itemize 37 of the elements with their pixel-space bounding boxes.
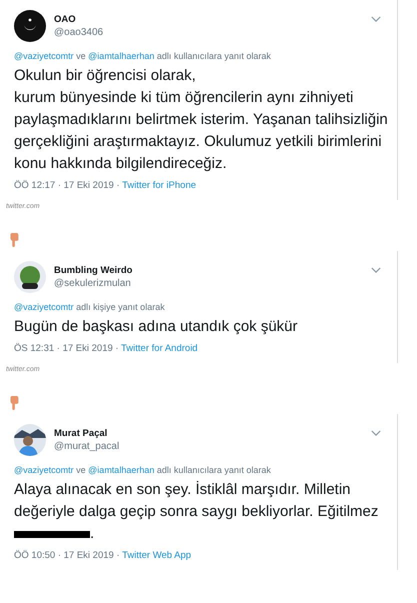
tweet-text: değeriyle dalga geçip sonra saygı bekliyorlar. Eğitilmez [14, 502, 378, 522]
source-link[interactable]: Twitter for Android [121, 343, 198, 354]
user-handle[interactable]: @oao3406 [54, 26, 371, 40]
tweet-text: Bugün de başkası adına utandık çok şükür [14, 317, 298, 337]
tweet-text: paylaşmadıklarını belirtmek isterim. Yaşanan talihsizliğin [14, 110, 388, 130]
tweet-text: konu hakkında bilgilendireceğiz. [14, 154, 227, 174]
tweet-text: . [90, 524, 94, 544]
user-handle[interactable]: @sekulerizmulan [54, 276, 371, 290]
avatar-icon[interactable] [14, 424, 46, 456]
chevron-down-icon[interactable] [371, 266, 381, 274]
source-link[interactable]: Twitter Web App [122, 550, 192, 561]
reply-context: @vaziyetcomtr adlı kişiye yanıt olarak [14, 301, 166, 314]
tweet-timestamp[interactable]: ÖS 12:31 · 17 Eki 2019 · Twitter for Android [14, 341, 397, 357]
tweet-text: Alaya alınacak en son şey. İstiklâl marşıdır. Milletin [14, 480, 351, 500]
tweet-timestamp[interactable]: ÖÖ 12:17 · 17 Eki 2019 · Twitter for iPhone [14, 178, 397, 194]
reply-context: @vaziyetcomtr ve @iamtalhaerhan adlı kullanıcılara yanıt olarak [14, 50, 272, 63]
tweet-text: Okulun bir öğrencisi olarak, [14, 66, 196, 86]
chevron-down-icon[interactable] [371, 430, 381, 436]
tweet-text: gerçekliğini araştırmaktayız. Okulumuz yetkili birimlerini [14, 132, 382, 152]
tweet-text: kurum bünyesinde ki tüm öğrencilerin aynı zihniyeti [14, 88, 354, 108]
mention-link[interactable]: @vaziyetcomtr [14, 51, 74, 61]
mention-link[interactable]: @vaziyetcomtr [14, 465, 74, 475]
source-link[interactable]: Twitter for iPhone [122, 180, 196, 191]
avatar-icon[interactable] [14, 261, 46, 293]
tweet-timestamp[interactable]: ÖÖ 10:50 · 17 Eki 2019 · Twitter Web App [14, 548, 397, 564]
mention-link[interactable]: @vaziyetcomtr [14, 302, 74, 312]
user-name[interactable]: OAO [54, 12, 371, 26]
mention-link[interactable]: @iamtalhaerhan [88, 51, 154, 61]
pointing-down-hand-icon [8, 396, 20, 410]
reply-context: @vaziyetcomtr ve @iamtalhaerhan adlı kullanıcılara yanıt olarak [14, 464, 272, 477]
mention-link[interactable]: @iamtalhaerhan [88, 465, 154, 475]
user-name[interactable]: Bumbling Weirdo [54, 264, 371, 276]
avatar-icon[interactable] [14, 10, 46, 42]
user-name[interactable]: Murat Paçal [54, 426, 371, 440]
pointing-down-hand-icon [8, 233, 20, 247]
user-handle[interactable]: @murat_pacal [54, 440, 371, 454]
chevron-down-icon[interactable] [371, 16, 381, 22]
